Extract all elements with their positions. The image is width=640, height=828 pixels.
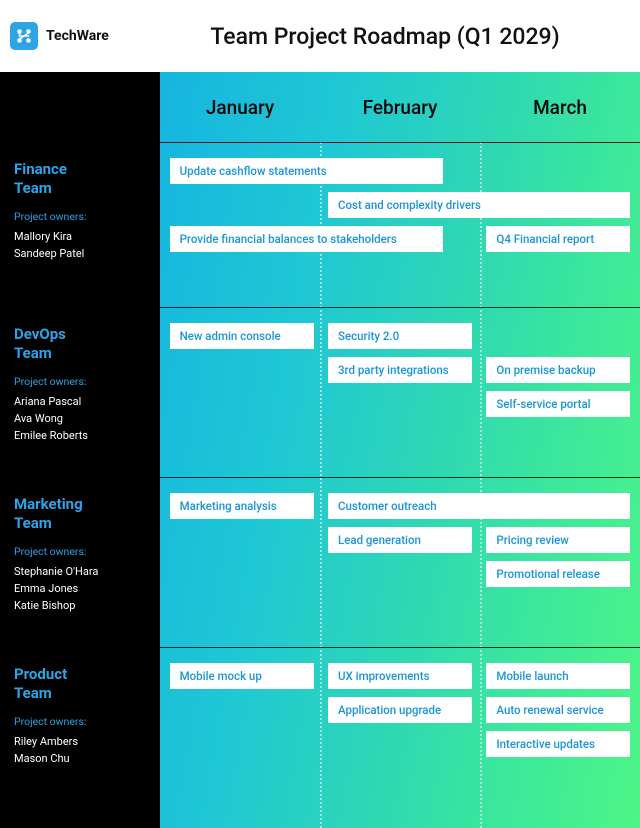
team-name: ProductTeam [14,665,146,703]
roadmap-grid: January February March Update cashflow s… [0,72,640,828]
task-bar: Q4 Financial report [486,226,630,252]
owners-label: Project owners: [14,545,146,558]
task-bar: Cost and complexity drivers [328,192,630,218]
task-bar: Update cashflow statements [170,158,444,184]
month-january: January [160,96,320,119]
row-divider [0,647,640,648]
owners-label: Project owners: [14,210,146,223]
team-name: DevOpsTeam [14,325,146,363]
month-march: March [480,96,640,119]
task-bar: Security 2.0 [328,323,472,349]
task-bar: On premise backup [486,357,630,383]
task-bar: New admin console [170,323,314,349]
task-bar: Auto renewal service [486,697,630,723]
brand-name: TechWare [46,28,109,44]
team-name: MarketingTeam [14,495,146,533]
team-name: FinanceTeam [14,160,146,198]
task-bar: Customer outreach [328,493,630,519]
task-bar: Marketing analysis [170,493,314,519]
owner-name: Katie Bishop [14,597,146,614]
task-bar: Pricing review [486,527,630,553]
page-title: Team Project Roadmap (Q1 2029) [140,23,630,50]
owners-label: Project owners: [14,375,146,388]
owner-name: Sandeep Patel [14,245,146,262]
team-block: DevOpsTeam Project owners: Ariana PascalAv… [0,325,160,444]
task-bar: Promotional release [486,561,630,587]
task-bar: Lead generation [328,527,472,553]
team-block: ProductTeam Project owners: Riley AmbersMa… [0,665,160,767]
task-bar: Self-service portal [486,391,630,417]
team-block: MarketingTeam Project owners: Stephanie O'… [0,495,160,614]
month-february: February [320,96,480,119]
row-divider [0,142,640,143]
row-divider [0,307,640,308]
column-divider [480,142,482,828]
owner-name: Mason Chu [14,750,146,767]
team-block: FinanceTeam Project owners: Mallory KiraSa… [0,160,160,262]
task-bar: Mobile launch [486,663,630,689]
task-bar: Provide financial balances to stakeholde… [170,226,444,252]
task-bar: Interactive updates [486,731,630,757]
owner-name: Mallory Kira [14,228,146,245]
owner-name: Ariana Pascal [14,393,146,410]
task-bar: 3rd party integrations [328,357,472,383]
row-divider [0,477,640,478]
logo-icon [10,22,38,50]
header: TechWare Team Project Roadmap (Q1 2029) [0,0,640,72]
task-bar: Application upgrade [328,697,472,723]
owner-name: Emilee Roberts [14,427,146,444]
owner-name: Emma Jones [14,580,146,597]
task-bar: Mobile mock up [170,663,314,689]
owner-name: Stephanie O'Hara [14,563,146,580]
brand: TechWare [10,22,160,50]
month-row: January February March [160,72,640,142]
owner-name: Ava Wong [14,410,146,427]
owners-label: Project owners: [14,715,146,728]
owner-name: Riley Ambers [14,733,146,750]
task-bar: UX improvements [328,663,472,689]
timeline: January February March Update cashflow s… [160,72,640,828]
